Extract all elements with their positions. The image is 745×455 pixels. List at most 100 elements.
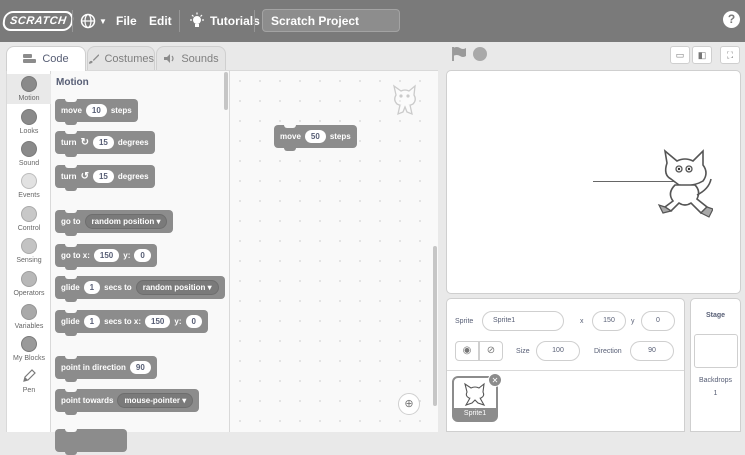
motion-dot-icon (21, 76, 37, 92)
y-input[interactable]: 0 (134, 249, 151, 262)
category-events[interactable]: Events (7, 173, 51, 199)
secs-input[interactable]: 1 (83, 315, 101, 328)
y-label: y (631, 318, 635, 325)
backdrops-count: 1 (713, 390, 718, 397)
palette-heading: Motion (56, 77, 89, 88)
script-area[interactable]: move 50 steps (230, 70, 438, 432)
sprite-tile-name: Sprite1 (454, 408, 496, 420)
block-point-towards[interactable]: point towards mouse-pointer ▾ (55, 389, 200, 415)
script-block-move-steps[interactable]: move 50 steps (274, 125, 357, 151)
small-stage-button[interactable]: ▭ (670, 46, 690, 64)
size-label: Size (516, 348, 530, 355)
block-go-to-xy[interactable]: go to x: 150 y: 0 (55, 244, 157, 270)
code-icon (23, 54, 37, 63)
rotate-left-icon: ↺ (80, 171, 89, 182)
steps-input[interactable]: 50 (304, 130, 326, 143)
brush-icon (88, 53, 100, 64)
degrees-input[interactable]: 15 (92, 136, 114, 149)
direction-label: Direction (594, 348, 622, 355)
block-partial[interactable] (55, 429, 127, 455)
x-input[interactable]: 150 (145, 315, 171, 328)
menu-bar: SCRATCH ▼ File Edit Tutorials Scratch Pr… (0, 0, 745, 42)
block-turn-left[interactable]: turn ↺ 15 degrees (55, 165, 155, 191)
control-dot-icon (21, 206, 37, 222)
stage-selector[interactable]: Stage Backdrops 1 (690, 298, 741, 432)
events-dot-icon (21, 173, 37, 189)
category-variables[interactable]: Variables (7, 304, 51, 330)
file-menu[interactable]: File (116, 0, 137, 42)
degrees-input[interactable]: 15 (92, 170, 114, 183)
block-turn-right[interactable]: turn ↻ 15 degrees (55, 131, 155, 157)
tab-sounds[interactable]: Sounds (156, 46, 226, 70)
speaker-icon (164, 54, 174, 63)
target-dropdown[interactable]: random position ▾ (135, 280, 219, 295)
sensing-dot-icon (21, 238, 37, 254)
variables-dot-icon (21, 304, 37, 320)
chevron-down-icon: ▼ (99, 16, 107, 26)
fullscreen-icon[interactable]: ⛶ (720, 46, 740, 64)
x-label: x (580, 318, 584, 325)
looks-dot-icon (21, 109, 37, 125)
sound-dot-icon (21, 141, 37, 157)
target-dropdown[interactable]: random position ▾ (84, 214, 168, 229)
project-title-input[interactable]: Scratch Project (262, 9, 400, 32)
sprite-label: Sprite (455, 318, 474, 325)
zoom-in-icon[interactable]: ⊕ (398, 393, 420, 415)
block-move-steps[interactable]: move 10 steps (55, 99, 138, 125)
stop-icon[interactable] (472, 46, 488, 62)
show-sprite-icon[interactable]: ◉ (455, 341, 479, 361)
pen-icon (23, 369, 36, 382)
category-sound[interactable]: Sound (7, 141, 51, 167)
rotate-right-icon: ↻ (80, 137, 89, 148)
lightbulb-icon (190, 12, 204, 27)
secs-input[interactable]: 1 (83, 281, 101, 294)
trash-icon[interactable]: ✕ (488, 373, 502, 387)
tab-code[interactable]: Code (6, 46, 86, 71)
edit-menu[interactable]: Edit (149, 0, 172, 42)
sprite-watermark-icon (392, 84, 416, 116)
block-go-to[interactable]: go to random position ▾ (55, 210, 174, 236)
block-glide-to-xy[interactable]: glide 1 secs to x: 150 y: 0 (55, 310, 208, 336)
globe-icon (80, 13, 96, 29)
palette-scrollbar[interactable] (224, 72, 228, 110)
help-icon[interactable]: ? (723, 11, 740, 28)
category-operators[interactable]: Operators (7, 271, 51, 297)
script-scrollbar[interactable] (433, 246, 437, 406)
menu-divider (179, 10, 180, 32)
block-point-in-direction[interactable]: point in direction 90 (55, 356, 157, 382)
category-my-blocks[interactable]: My Blocks (7, 336, 51, 362)
category-control[interactable]: Control (7, 206, 51, 232)
y-input[interactable]: 0 (185, 315, 202, 328)
scratch-logo[interactable]: SCRATCH (1, 0, 75, 42)
x-position-input[interactable]: 150 (592, 311, 626, 331)
tutorials-button[interactable]: Tutorials (188, 0, 260, 42)
tab-costumes[interactable]: Costumes (87, 46, 155, 70)
hide-sprite-icon[interactable]: ⊘ (479, 341, 503, 361)
category-motion[interactable]: Motion (7, 74, 51, 104)
block-palette: Motion move 10 steps turn ↻ 15 degrees turn ↺ 1… (51, 70, 230, 455)
y-position-input[interactable]: 0 (641, 311, 675, 331)
direction-input[interactable]: 90 (630, 341, 674, 361)
menu-divider (72, 10, 73, 32)
category-looks[interactable]: Looks (7, 109, 51, 135)
sprite-name-input[interactable]: Sprite1 (482, 311, 564, 331)
green-flag-icon[interactable] (450, 46, 468, 62)
category-sensing[interactable]: Sensing (7, 238, 51, 264)
operators-dot-icon (21, 271, 37, 287)
category-pen[interactable]: Pen (7, 368, 51, 394)
block-glide-to[interactable]: glide 1 secs to random position ▾ (55, 276, 225, 302)
menu-divider (254, 10, 255, 32)
size-input[interactable]: 100 (536, 341, 580, 361)
steps-input[interactable]: 10 (85, 104, 107, 117)
sprite-cat-icon[interactable] (657, 149, 713, 221)
x-input[interactable]: 150 (93, 249, 120, 262)
stage-pane-title: Stage (705, 312, 726, 319)
stage-thumbnail[interactable] (693, 334, 738, 368)
stage-canvas[interactable] (446, 70, 741, 294)
language-menu[interactable]: ▼ (80, 0, 107, 42)
backdrops-label: Backdrops (698, 377, 733, 384)
target-dropdown[interactable]: mouse-pointer ▾ (117, 393, 194, 408)
direction-input[interactable]: 90 (129, 361, 151, 374)
large-stage-button[interactable]: ◧ (692, 46, 712, 64)
sprite-info: Sprite Sprite1 x 150 y 0 ◉ ⊘ Size 100 Di… (447, 299, 684, 371)
